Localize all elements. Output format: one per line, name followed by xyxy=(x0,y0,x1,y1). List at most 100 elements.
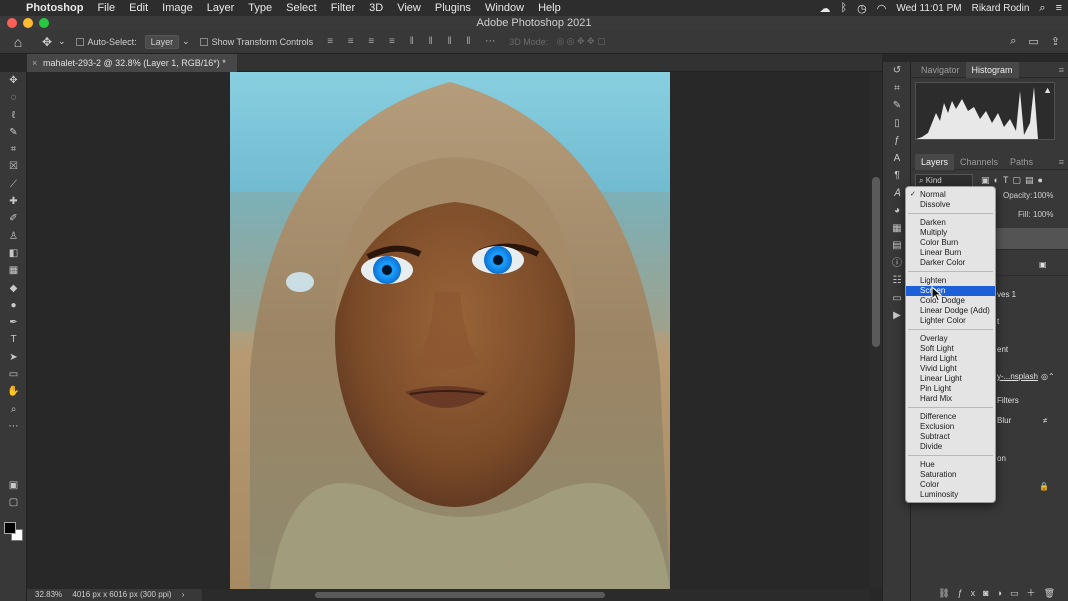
eyedropper-tool-icon[interactable]: ⟋ xyxy=(0,176,27,193)
blend-mode-dropdown[interactable]: ✓ Normal Dissolve Darken Multiply Color B… xyxy=(905,186,996,503)
menubar-user[interactable]: Rikard Rodin xyxy=(972,3,1030,14)
menu-select[interactable]: Select xyxy=(286,2,317,14)
tool-preset-chevron-icon[interactable]: ⌄ xyxy=(58,36,66,47)
close-document-icon[interactable]: × xyxy=(32,54,37,72)
menu-layer[interactable]: Layer xyxy=(207,2,235,14)
menu-help[interactable]: Help xyxy=(538,2,561,14)
auto-select-target-select[interactable]: Layer xyxy=(144,34,180,49)
new-layer-icon[interactable]: ＋ xyxy=(1027,588,1044,598)
blend-mode-vivid-light[interactable]: Vivid Light xyxy=(906,364,995,374)
menu-type[interactable]: Type xyxy=(248,2,272,14)
layer-curves-name[interactable]: ves 1 xyxy=(997,290,1016,299)
hand-tool-icon[interactable]: ✋ xyxy=(0,383,27,400)
blend-mode-screen[interactable]: Screen xyxy=(906,286,995,296)
menu-window[interactable]: Window xyxy=(485,2,524,14)
horizontal-scroll-thumb[interactable] xyxy=(315,592,605,598)
menu-plugins[interactable]: Plugins xyxy=(435,2,471,14)
spotlight-search-icon[interactable]: ⌕ xyxy=(1039,2,1045,15)
eraser-tool-icon[interactable]: ◧ xyxy=(0,245,27,262)
fill-input[interactable]: 100% xyxy=(1033,210,1053,219)
delete-layer-icon[interactable]: 🗑 xyxy=(1044,588,1063,598)
blend-mode-color-dodge[interactable]: Color Dodge xyxy=(906,296,995,306)
blend-mode-color-burn[interactable]: Color Burn xyxy=(906,238,995,248)
foreground-color-swatch[interactable] xyxy=(4,522,16,534)
path-selection-tool-icon[interactable]: ➤ xyxy=(0,349,27,366)
creative-cloud-icon[interactable]: ☁ xyxy=(820,2,831,15)
blend-mode-linear-dodge-add[interactable]: Linear Dodge (Add) xyxy=(906,306,995,316)
glyphs-icon[interactable]: ƒ xyxy=(883,132,911,150)
layer-name[interactable]: ent xyxy=(997,345,1008,354)
move-tool-icon[interactable]: ✥ xyxy=(0,72,27,89)
layer-kind-filter-select[interactable]: ⌕ Kind xyxy=(915,173,973,187)
crop-tool-icon[interactable]: ⌗ xyxy=(0,141,27,158)
lasso-tool-icon[interactable]: ℓ xyxy=(0,107,27,124)
zoom-level[interactable]: 32.83% xyxy=(35,590,62,599)
paragraph-icon[interactable]: ¶ xyxy=(883,167,911,185)
quick-mask-icon[interactable]: ▣ xyxy=(0,477,27,494)
show-transform-controls-checkbox[interactable] xyxy=(199,37,208,46)
opacity-input[interactable]: 100% xyxy=(1033,191,1053,200)
zoom-tool-icon[interactable]: ⌕ xyxy=(0,401,27,418)
color-swatches[interactable] xyxy=(4,522,24,542)
workspace-icon[interactable]: ▭ xyxy=(1028,35,1038,48)
tab-layers[interactable]: Layers xyxy=(915,153,955,170)
tab-navigator[interactable]: Navigator xyxy=(915,62,966,78)
move-tool-icon[interactable]: ✥ xyxy=(36,35,58,49)
blend-mode-darker-color[interactable]: Darker Color xyxy=(906,258,995,268)
blur-filter-label[interactable]: Blur xyxy=(997,416,1011,425)
blend-mode-subtract[interactable]: Subtract xyxy=(906,432,995,442)
layer-filter-icons[interactable]: ▣◐T▢▤● xyxy=(981,175,1047,186)
menu-file[interactable]: File xyxy=(97,2,115,14)
pen-tool-icon[interactable]: ✒ xyxy=(0,314,27,331)
device-preview-icon[interactable]: ▯ xyxy=(883,115,911,133)
chevron-down-icon[interactable]: ⌄ xyxy=(182,36,190,47)
control-center-icon[interactable]: ≡ xyxy=(1056,2,1062,14)
blend-mode-normal[interactable]: ✓ Normal xyxy=(906,190,995,200)
character-icon[interactable]: A xyxy=(883,150,911,168)
horizontal-scrollbar[interactable] xyxy=(200,589,870,601)
canvas-area[interactable] xyxy=(27,72,870,589)
menu-edit[interactable]: Edit xyxy=(129,2,148,14)
menu-image[interactable]: Image xyxy=(162,2,193,14)
smart-object-layer-name[interactable]: y-...nsplash xyxy=(997,372,1038,381)
edit-toolbar-icon[interactable]: ⋯ xyxy=(0,418,27,435)
blend-mode-linear-burn[interactable]: Linear Burn xyxy=(906,248,995,258)
new-group-icon[interactable]: ▭ xyxy=(1010,588,1027,598)
layer-name[interactable]: on xyxy=(997,454,1006,463)
layers-panel-menu-icon[interactable]: ≡ xyxy=(1059,157,1064,167)
blend-mode-hue[interactable]: Hue xyxy=(906,460,995,470)
marquee-tool-icon[interactable]: ◌ xyxy=(0,89,27,106)
history-icon[interactable]: ↺ xyxy=(883,62,911,80)
panel-menu-icon[interactable]: ≡ xyxy=(1059,65,1064,75)
blend-mode-dissolve[interactable]: Dissolve xyxy=(906,200,995,210)
bluetooth-icon[interactable]: ᛒ xyxy=(841,2,848,14)
brush-tool-icon[interactable]: ✐ xyxy=(0,210,27,227)
menu-view[interactable]: View xyxy=(397,2,421,14)
add-mask-icon[interactable]: ◙ xyxy=(983,588,996,598)
app-menu-photoshop[interactable]: Photoshop xyxy=(26,2,83,14)
blur-tool-icon[interactable]: ◆ xyxy=(0,280,27,297)
time-machine-icon[interactable]: ◷ xyxy=(857,2,867,15)
tab-channels[interactable]: Channels xyxy=(954,154,1004,170)
blend-mode-color[interactable]: Color xyxy=(906,480,995,490)
type-tool-icon[interactable]: T xyxy=(0,331,27,348)
vertical-scrollbar[interactable] xyxy=(870,72,882,589)
menu-3d[interactable]: 3D xyxy=(369,2,383,14)
gradient-tool-icon[interactable]: ▦ xyxy=(0,262,27,279)
auto-select-checkbox[interactable] xyxy=(75,37,84,46)
blend-mode-divide[interactable]: Divide xyxy=(906,442,995,452)
search-icon[interactable]: ⌕ xyxy=(1010,35,1016,48)
home-icon[interactable]: ⌂ xyxy=(0,34,36,50)
blend-mode-multiply[interactable]: Multiply xyxy=(906,228,995,238)
blend-mode-hard-light[interactable]: Hard Light xyxy=(906,354,995,364)
tab-paths[interactable]: Paths xyxy=(1004,154,1039,170)
blend-mode-lighten[interactable]: Lighten xyxy=(906,276,995,286)
layer-effects-icon[interactable]: ◎⌃ xyxy=(1041,372,1055,381)
frame-tool-icon[interactable]: ☒ xyxy=(0,158,27,175)
blend-mode-difference[interactable]: Difference xyxy=(906,412,995,422)
blend-mode-saturation[interactable]: Saturation xyxy=(906,470,995,480)
clone-stamp-tool-icon[interactable]: ♙ xyxy=(0,228,27,245)
share-icon[interactable]: ⇪ xyxy=(1051,35,1060,48)
healing-brush-tool-icon[interactable]: ✚ xyxy=(0,193,27,210)
link-layers-icon[interactable]: ⛓ xyxy=(938,588,957,598)
